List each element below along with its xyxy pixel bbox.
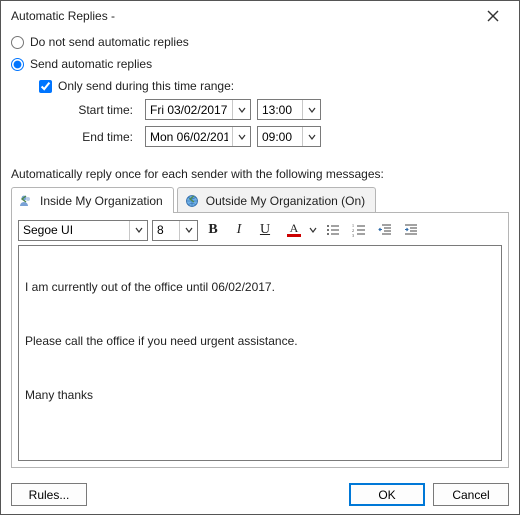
chevron-down-icon[interactable]	[302, 127, 320, 146]
ok-button[interactable]: OK	[349, 483, 425, 506]
radio-do-not-send[interactable]: Do not send automatic replies	[11, 35, 509, 49]
tab-outside-org[interactable]: Outside My Organization (On)	[177, 187, 376, 213]
start-time-combo[interactable]	[257, 99, 321, 120]
bold-button[interactable]: B	[202, 219, 224, 241]
only-send-range[interactable]: Only send during this time range:	[39, 79, 509, 93]
time-range-block: Only send during this time range: Start …	[39, 79, 509, 153]
end-date-combo[interactable]	[145, 126, 251, 147]
numbered-list-button[interactable]: 123	[348, 219, 370, 241]
chevron-down-icon[interactable]	[129, 221, 147, 240]
tab-panel-inside: B I U A 123 I am current	[11, 212, 509, 468]
time-grid: Start time: End time:	[59, 99, 509, 147]
cancel-button[interactable]: Cancel	[433, 483, 509, 506]
tab-strip: Inside My Organization Outside My Organi…	[11, 187, 509, 213]
radio-do-not-send-input[interactable]	[11, 36, 24, 49]
tab-inside-label: Inside My Organization	[40, 194, 163, 208]
bullet-list-button[interactable]	[322, 219, 344, 241]
globe-reply-icon	[184, 193, 200, 209]
section-label: Automatically reply once for each sender…	[11, 167, 509, 181]
font-color-button[interactable]: A	[280, 219, 318, 241]
title-bar: Automatic Replies -	[1, 1, 519, 31]
font-name-combo[interactable]	[18, 220, 148, 241]
close-icon	[487, 10, 499, 22]
only-send-range-label: Only send during this time range:	[58, 79, 234, 93]
chevron-down-icon[interactable]	[232, 127, 250, 146]
svg-text:3: 3	[352, 233, 354, 237]
radio-send-input[interactable]	[11, 58, 24, 71]
message-line: I am currently out of the office until 0…	[25, 280, 495, 294]
end-time-input[interactable]	[258, 127, 302, 146]
dialog-footer: Rules... OK Cancel	[1, 475, 519, 514]
only-send-range-checkbox[interactable]	[39, 80, 52, 93]
font-size-input[interactable]	[153, 221, 179, 240]
numbered-list-icon: 123	[352, 223, 366, 237]
window-title: Automatic Replies -	[11, 9, 473, 23]
rules-button[interactable]: Rules...	[11, 483, 87, 506]
chevron-down-icon[interactable]	[308, 219, 318, 241]
bullet-list-icon	[326, 223, 340, 237]
end-time-combo[interactable]	[257, 126, 321, 147]
message-line: Many thanks	[25, 388, 495, 402]
chevron-down-icon[interactable]	[302, 100, 320, 119]
start-date-combo[interactable]	[145, 99, 251, 120]
italic-button[interactable]: I	[228, 219, 250, 241]
format-toolbar: B I U A 123	[18, 219, 502, 241]
tab-outside-label: Outside My Organization (On)	[206, 194, 365, 208]
start-time-input[interactable]	[258, 100, 302, 119]
message-line: Please call the office if you need urgen…	[25, 334, 495, 348]
tab-inside-org[interactable]: Inside My Organization	[11, 187, 174, 213]
font-color-icon: A	[280, 219, 308, 241]
outdent-icon	[378, 223, 392, 237]
dialog-content: Do not send automatic replies Send autom…	[1, 31, 519, 475]
end-date-input[interactable]	[146, 127, 232, 146]
outdent-button[interactable]	[374, 219, 396, 241]
indent-button[interactable]	[400, 219, 422, 241]
font-name-input[interactable]	[19, 221, 129, 240]
radio-do-not-send-label: Do not send automatic replies	[30, 35, 189, 49]
chevron-down-icon[interactable]	[232, 100, 250, 119]
radio-send-label: Send automatic replies	[30, 57, 152, 71]
start-date-input[interactable]	[146, 100, 232, 119]
start-time-label: Start time:	[59, 103, 139, 117]
underline-button[interactable]: U	[254, 219, 276, 241]
end-time-label: End time:	[59, 130, 139, 144]
chevron-down-icon[interactable]	[179, 221, 197, 240]
font-size-combo[interactable]	[152, 220, 198, 241]
indent-icon	[404, 223, 418, 237]
message-editor[interactable]: I am currently out of the office until 0…	[18, 245, 502, 461]
radio-send[interactable]: Send automatic replies	[11, 57, 509, 71]
people-reply-icon	[18, 193, 34, 209]
close-button[interactable]	[473, 3, 513, 29]
